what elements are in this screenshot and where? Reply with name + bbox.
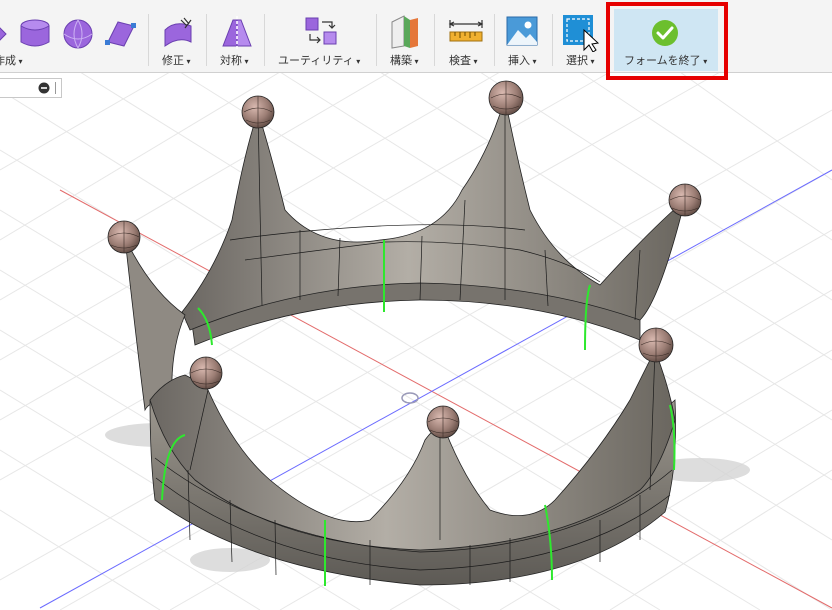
measure-icon bbox=[448, 20, 484, 42]
selection-icon bbox=[563, 15, 600, 52]
toolbar-separator bbox=[148, 14, 149, 66]
cylinder-form-icon bbox=[20, 19, 50, 47]
symmetry-label: 対称 bbox=[220, 54, 249, 69]
select-label: 選択 bbox=[566, 54, 595, 69]
create-icons bbox=[0, 19, 136, 49]
browser-panel-collapsed[interactable] bbox=[0, 78, 62, 98]
edit-form-icon bbox=[164, 17, 192, 47]
construct-menu[interactable]: 構築 bbox=[380, 0, 432, 72]
panel-divider bbox=[55, 82, 56, 94]
sphere-form-icon bbox=[63, 19, 93, 49]
highlight-box bbox=[606, 2, 728, 80]
modify-menu[interactable]: 修正 bbox=[152, 0, 206, 72]
crown-model[interactable] bbox=[107, 80, 702, 586]
modify-label: 修正 bbox=[162, 54, 191, 69]
toolbar-separator bbox=[264, 14, 265, 66]
collapse-icon[interactable] bbox=[38, 82, 50, 94]
select-menu[interactable]: 選択 bbox=[556, 0, 604, 72]
toolbar: 作成 修正 対称 ユーティリティ bbox=[0, 0, 832, 80]
utility-icon bbox=[305, 17, 337, 45]
toolbar-separator bbox=[552, 14, 553, 66]
utility-label: ユーティリティ bbox=[278, 54, 360, 69]
insert-label: 挿入 bbox=[508, 54, 537, 69]
plane-form-icon bbox=[105, 21, 136, 47]
create-label: 作成 bbox=[0, 54, 23, 69]
mirror-icon bbox=[222, 16, 252, 50]
canvas-viewport[interactable] bbox=[0, 0, 832, 610]
create-menu[interactable]: 作成 bbox=[0, 0, 144, 72]
box-form-icon bbox=[0, 27, 7, 41]
insert-image-icon bbox=[506, 16, 538, 46]
toolbar-separator bbox=[494, 14, 495, 66]
insert-menu[interactable]: 挿入 bbox=[498, 0, 550, 72]
symmetry-menu[interactable]: 対称 bbox=[210, 0, 264, 72]
toolbar-separator bbox=[434, 14, 435, 66]
construct-label: 構築 bbox=[390, 54, 419, 69]
toolbar-separator bbox=[376, 14, 377, 66]
toolbar-separator bbox=[206, 14, 207, 66]
inspect-label: 検査 bbox=[449, 54, 478, 69]
inspect-menu[interactable]: 検査 bbox=[440, 0, 492, 72]
construct-plane-icon bbox=[391, 15, 418, 49]
utility-menu[interactable]: ユーティリティ bbox=[268, 0, 374, 72]
